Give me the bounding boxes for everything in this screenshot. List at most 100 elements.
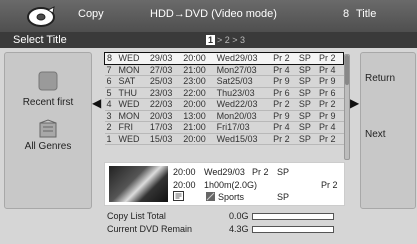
title-name-cell: Wed29/03 — [214, 52, 272, 65]
recent-first-button[interactable]: Recent first — [5, 97, 91, 108]
title-mode-cell: SP — [296, 75, 317, 88]
copy-list-total-value: 0.0G — [229, 211, 249, 221]
title-day-cell: WED — [116, 98, 148, 111]
page-indicator: 1 > 2 > 3 — [206, 35, 245, 45]
title-mode-cell: SP — [296, 87, 317, 99]
copy-list-total-label: Copy List Total — [107, 211, 166, 221]
title-name-cell: Mon27/03 — [214, 64, 272, 76]
title-ch-cell: Pr 9 — [317, 75, 344, 88]
title-day-cell: MON — [116, 110, 148, 122]
route-label: HDD→DVD (Video mode) — [150, 8, 277, 20]
title-pr-cell: Pr 2 — [271, 98, 297, 111]
title-row[interactable]: 4 WED 22/03 20:00 Wed22/03 Pr 2 SP Pr 2 — [104, 98, 344, 111]
other-pages: > 2 > 3 — [217, 35, 246, 45]
title-no-cell: 6 — [104, 75, 117, 88]
title-date-cell: 20/03 — [147, 110, 182, 122]
next-button[interactable]: Next — [365, 129, 386, 140]
title-name-cell: Mon20/03 — [214, 110, 272, 122]
title-pr-cell: Pr 2 — [271, 52, 297, 65]
title-count: 8 — [343, 8, 350, 20]
title-date-cell: 23/03 — [147, 87, 182, 99]
title-day-cell: THU — [116, 87, 148, 99]
title-pr-cell: Pr 4 — [271, 64, 297, 76]
detail-duration: 1h00m(2.0G) — [204, 180, 258, 190]
copy-title-screen: Copy HDD→DVD (Video mode) 8 Title Select… — [0, 0, 417, 244]
title-name-cell: Wed15/03 — [214, 133, 272, 145]
title-row[interactable]: 1 WED 15/03 20:00 Wed15/03 Pr 2 SP Pr 2 — [104, 133, 344, 145]
title-row[interactable]: 2 FRI 17/03 21:00 Fri17/03 Pr 4 SP Pr 4 — [104, 121, 344, 134]
return-button[interactable]: Return — [365, 73, 395, 84]
title-date-cell: 27/03 — [147, 64, 182, 76]
title-ch-cell: Pr 9 — [317, 110, 344, 122]
right-panel: Return Next — [360, 52, 416, 209]
arrow-left-icon[interactable]: ◀ — [92, 96, 101, 110]
title-name-cell: Thu23/03 — [214, 87, 272, 99]
title-row[interactable]: 6 SAT 25/03 23:00 Sat25/03 Pr 9 SP Pr 9 — [104, 75, 344, 88]
title-no-cell: 1 — [104, 133, 117, 145]
title-date-cell: 17/03 — [147, 121, 182, 134]
title-time-cell: 21:00 — [181, 64, 215, 76]
title-day-cell: WED — [116, 52, 148, 65]
title-pr-cell: Pr 9 — [271, 75, 297, 88]
title-row[interactable]: 8 WED 29/03 20:00 Wed29/03 Pr 2 SP Pr 2 — [104, 52, 344, 65]
title-pr-cell: Pr 9 — [271, 110, 297, 122]
title-date-cell: 25/03 — [147, 75, 182, 88]
title-ch-cell: Pr 4 — [317, 121, 344, 134]
title-time-cell: 20:00 — [181, 98, 215, 111]
title-no-cell: 8 — [104, 52, 117, 65]
title-day-cell: WED — [116, 133, 148, 145]
title-ch-cell: Pr 4 — [317, 64, 344, 76]
title-no-cell: 7 — [104, 64, 117, 76]
title-date-cell: 29/03 — [147, 52, 182, 65]
title-ch-cell: Pr 2 — [317, 98, 344, 111]
detail-time: 20:00 — [173, 167, 196, 177]
sort-order-icon — [38, 71, 58, 91]
title-pr-cell: Pr 4 — [271, 121, 297, 134]
title-pr-cell: Pr 2 — [271, 133, 297, 145]
mode-label: Copy — [78, 8, 104, 20]
title-day-cell: SAT — [116, 75, 148, 88]
select-title-label: Select Title — [13, 34, 67, 46]
dvd-remain-bar — [252, 226, 334, 233]
detail-name: Wed29/03 — [204, 167, 245, 177]
title-row[interactable]: 3 MON 20/03 13:00 Mon20/03 Pr 9 SP Pr 9 — [104, 110, 344, 122]
title-mode-cell: SP — [296, 52, 317, 65]
title-pr-cell: Pr 6 — [271, 87, 297, 99]
title-day-cell: MON — [116, 64, 148, 76]
title-time-cell: 13:00 — [181, 110, 215, 122]
title-name-cell: Fri17/03 — [214, 121, 272, 134]
detail-pr: Pr 2 — [252, 167, 269, 177]
dvd-remain-label: Current DVD Remain — [107, 224, 193, 234]
title-mode-cell: SP — [296, 64, 317, 76]
disc-icon — [27, 6, 55, 27]
title-row[interactable]: 5 THU 23/03 22:00 Thu23/03 Pr 6 SP Pr 6 — [104, 87, 344, 99]
title-mode-cell: SP — [296, 110, 317, 122]
arrow-right-icon[interactable]: ▶ — [350, 96, 359, 110]
memo-icon — [173, 191, 184, 201]
subheader-bar: Select Title 1 > 2 > 3 — [0, 32, 417, 48]
title-time-cell: 23:00 — [181, 75, 215, 88]
title-detail-panel: 20:00 Wed29/03 Pr 2 SP 20:00 1h00m(2.0G)… — [104, 162, 345, 206]
title-date-cell: 22/03 — [147, 98, 182, 111]
title-day-cell: FRI — [116, 121, 148, 134]
detail-mode: SP — [277, 167, 290, 177]
title-mode-cell: SP — [296, 121, 317, 134]
title-name-cell: Wed22/03 — [214, 98, 272, 111]
title-name-cell: Sat25/03 — [214, 75, 272, 88]
all-genres-button[interactable]: All Genres — [5, 141, 91, 152]
title-row[interactable]: 7 MON 27/03 21:00 Mon27/03 Pr 4 SP Pr 4 — [104, 64, 344, 76]
left-panel: Recent first All Genres — [4, 52, 92, 209]
title-no-cell: 4 — [104, 98, 117, 111]
detail-channel: Pr 2 — [321, 180, 338, 190]
current-page: 1 — [206, 35, 216, 45]
title-thumbnail — [109, 166, 168, 202]
title-no-cell: 2 — [104, 121, 117, 134]
copy-list-total-bar — [252, 213, 334, 220]
title-time-cell: 21:00 — [181, 121, 215, 134]
detail-genre-mode: SP — [277, 192, 290, 202]
title-time-cell: 20:00 — [181, 52, 215, 65]
scrollbar-thumb[interactable] — [345, 55, 349, 85]
sports-genre-icon — [206, 192, 215, 201]
title-time-cell: 20:00 — [181, 133, 215, 145]
title-no-cell: 3 — [104, 110, 117, 122]
